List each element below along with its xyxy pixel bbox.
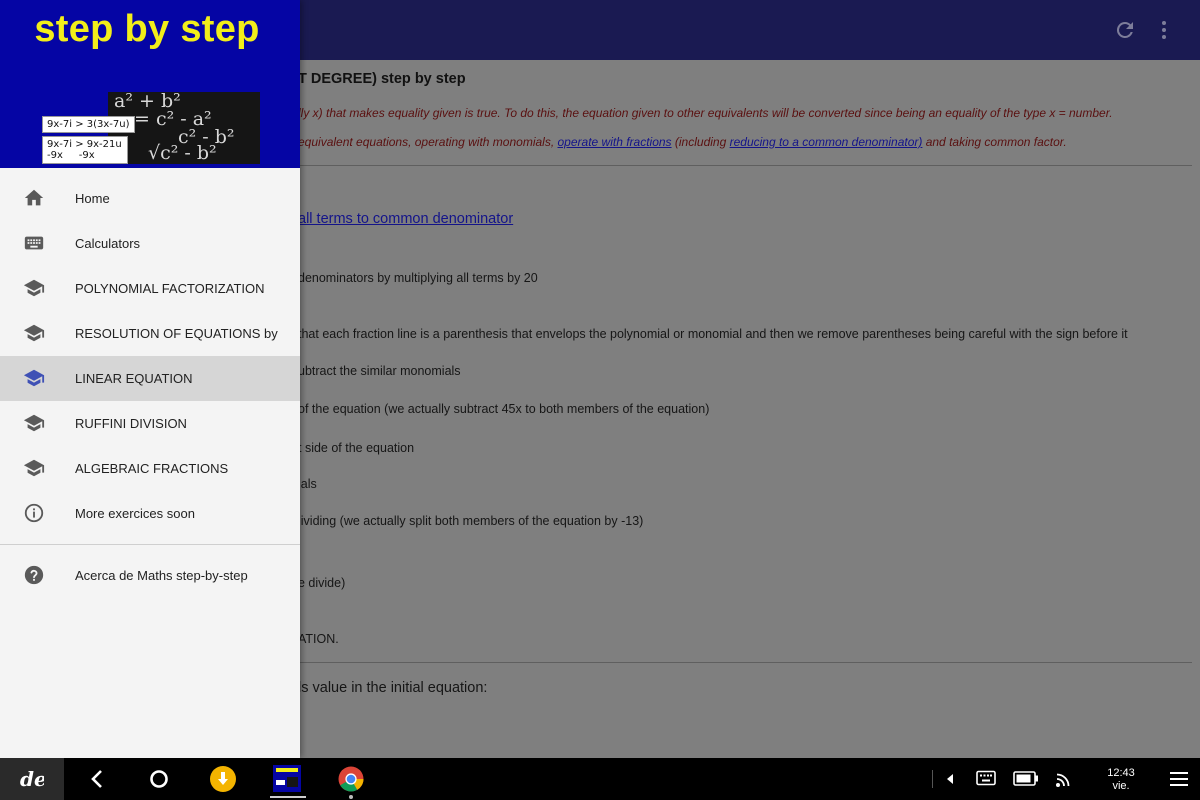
info-icon [24,503,44,523]
menu-item-label: Acerca de Maths step-by-step [75,568,248,583]
maths-app-icon[interactable] [273,765,301,792]
home-icon [24,189,44,206]
active-app-indicator [270,796,306,798]
formula-card-line: -9x -9x [47,150,95,161]
menu-item-label: RESOLUTION OF EQUATIONS by [75,326,278,341]
back-icon[interactable] [88,769,106,789]
chalk-formula: √c² - b² [148,142,217,164]
step-text: ATION. [298,632,339,646]
menu-icon[interactable] [1170,771,1188,787]
system-bar: de 12:43 vie. [0,758,1200,800]
school-icon [23,369,45,387]
cast-icon[interactable] [1055,770,1073,788]
formula-card-line: 9x-7i > 9x-21u [47,139,122,150]
formula-card: 9x-7i > 3(3x-7u) [42,116,135,133]
menu-item-linear-equation[interactable]: LINEAR EQUATION [0,356,300,401]
school-icon [23,324,45,342]
menu-item-polynomial-factorization[interactable]: POLYNOMIAL FACTORIZATION [0,266,300,311]
intro-line-2: equivalent equations, operating with mon… [298,135,1067,149]
divider [298,165,1192,166]
menu-item-label: ALGEBRAIC FRACTIONS [75,461,229,476]
menu-item-label: LINEAR EQUATION [75,371,193,386]
divider [298,662,1192,663]
home-circle-icon[interactable] [148,768,170,790]
operate-fractions-link[interactable]: operate with fractions [558,135,672,149]
intro-line-1: lly x) that makes equality given is true… [298,106,1113,120]
step-text: lividing (we actually split both members… [298,514,644,528]
keyboard-icon[interactable] [976,770,996,786]
menu-divider [0,544,300,545]
intro-text: and taking common factor. [922,135,1067,149]
menu-item-label: RUFFINI DIVISION [75,416,187,431]
school-icon [23,459,45,477]
clock-time: 12:43 [1107,767,1135,779]
battery-icon [1013,771,1038,786]
menu-item-calculators[interactable]: Calculators [0,221,300,266]
tray-divider [932,770,933,788]
menu-item-label: POLYNOMIAL FACTORIZATION [75,281,265,296]
step-text: that each fraction line is a parenthesis… [298,327,1128,341]
intro-text: (including [671,135,730,149]
menu-item-home[interactable]: Home [0,176,300,221]
menu-item-about[interactable]: Acerca de Maths step-by-step [0,553,300,598]
step-text: t side of the equation [298,441,415,455]
help-icon [24,565,44,585]
caret-left-icon[interactable] [946,773,954,785]
drawer-header-title: step by step [34,8,260,50]
school-icon [23,279,45,297]
drawer-menu: Home Calculators POLYNOMIAL FACTORIZATIO… [0,176,300,598]
common-denominator-link[interactable]: reducing to a common denominator) [730,135,923,149]
launcher-icon: de [20,768,44,790]
step-text: ubtract the similar monomials [298,364,461,378]
clock-day: vie. [1112,780,1130,792]
formula-card: 9x-7i > 9x-21u -9x -9x [42,136,128,164]
chrome-icon[interactable] [338,766,364,792]
menu-item-label: More exercices soon [75,506,195,521]
menu-item-ruffini-division[interactable]: RUFFINI DIVISION [0,401,300,446]
check-line: ls value in the initial equation: [298,680,488,696]
clock: 12:43 vie. [1098,767,1144,793]
refresh-icon[interactable] [1113,18,1137,42]
svg-text:de: de [20,768,44,790]
step-text: ials [298,477,317,491]
common-denominator-step-link[interactable]: all terms to common denominator [298,211,513,227]
menu-item-label: Home [75,191,110,206]
intro-text: equivalent equations, operating with mon… [298,135,558,149]
step-text: e divide) [298,576,346,590]
page-title: T DEGREE) step by step [298,71,466,87]
drawer-header: step by step a² + b² = c² - a² c² - b² √… [0,0,300,168]
menu-item-algebraic-fractions[interactable]: ALGEBRAIC FRACTIONS [0,446,300,491]
download-app-icon[interactable] [210,766,236,792]
keyboard-icon [24,236,44,250]
more-vert-icon[interactable] [1152,18,1176,42]
menu-item-more-exercices[interactable]: More exercices soon [0,491,300,536]
menu-item-label: Calculators [75,236,141,251]
navigation-drawer: step by step a² + b² = c² - a² c² - b² √… [0,0,300,758]
step-text: of the equation (we actually subtract 45… [298,402,710,416]
step-text: denominators by multiplying all terms by… [298,271,538,285]
school-icon [23,414,45,432]
menu-item-resolution-of-equations[interactable]: RESOLUTION OF EQUATIONS by [0,311,300,356]
launcher-button[interactable]: de [0,758,64,800]
running-indicator [349,795,353,799]
